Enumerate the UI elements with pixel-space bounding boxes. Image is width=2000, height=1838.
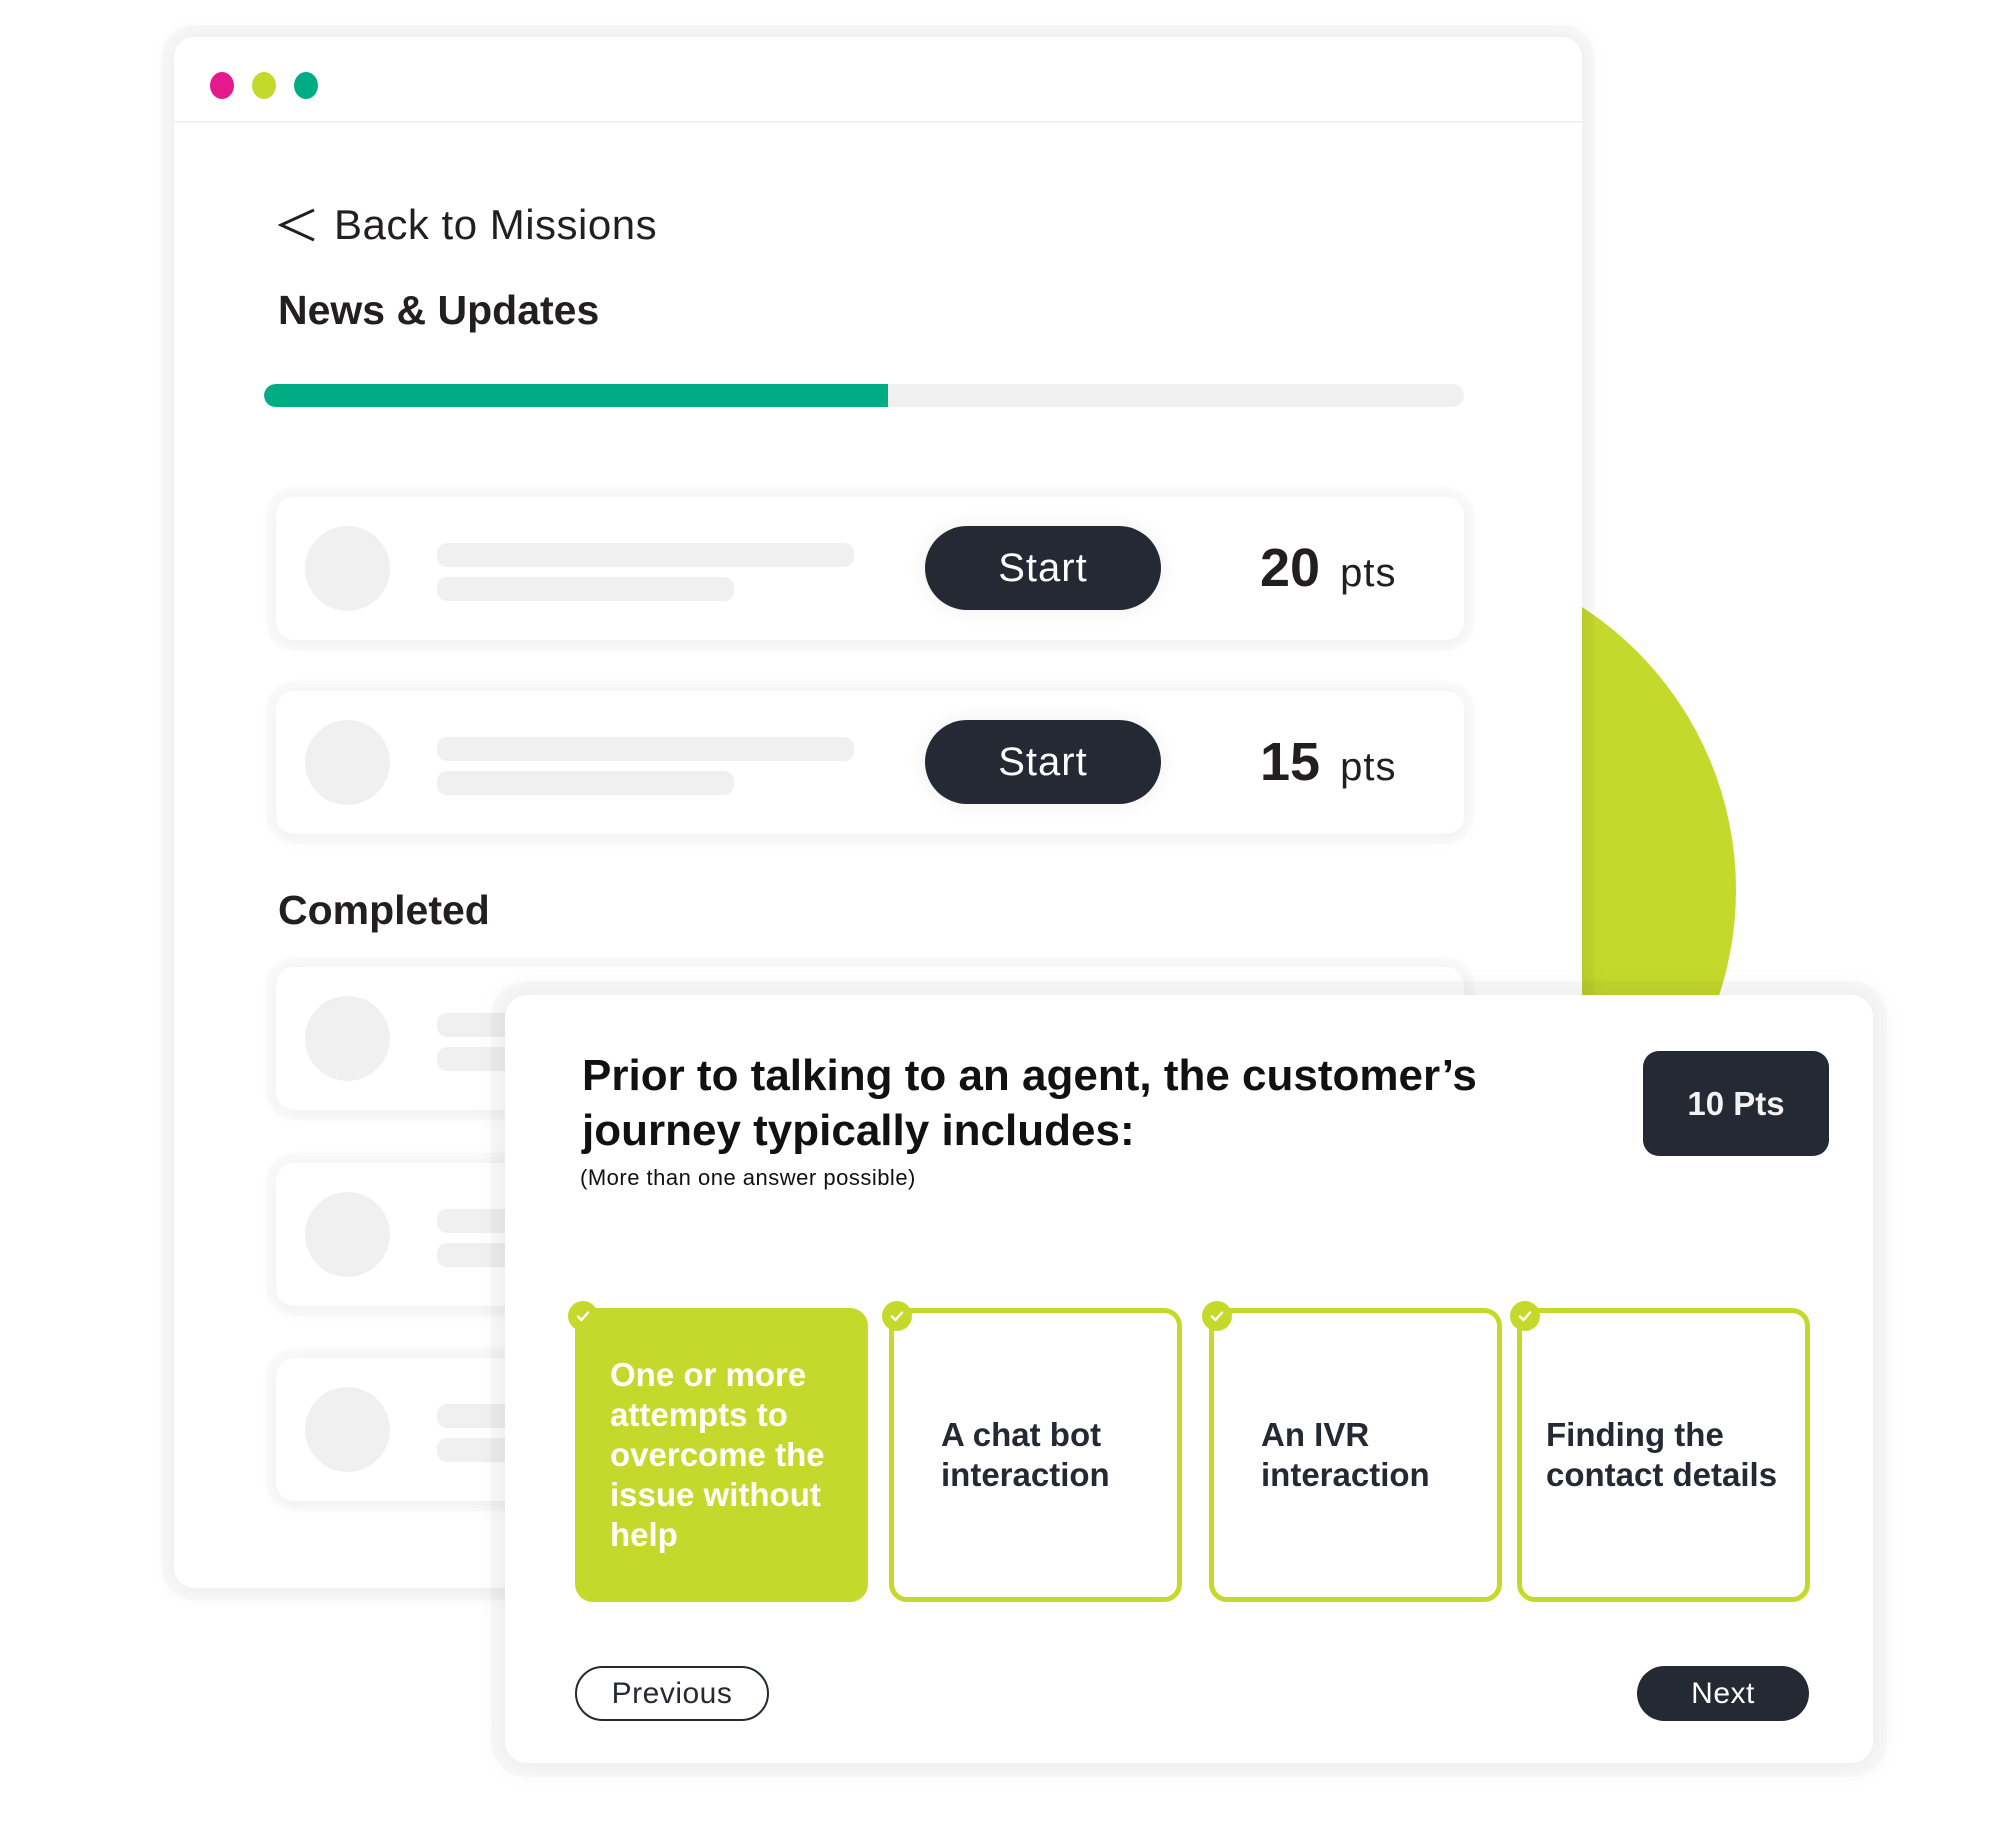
mission-card: Start 15 pts xyxy=(276,691,1464,834)
check-icon xyxy=(1510,1301,1540,1331)
back-link-label: Back to Missions xyxy=(334,201,658,248)
chevron-left-icon xyxy=(278,208,315,242)
mission-avatar-placeholder xyxy=(305,1192,390,1277)
mission-subtitle-placeholder xyxy=(437,577,734,601)
answer-option-label: Finding the contact details xyxy=(1546,1416,1778,1493)
mission-points: 20 pts xyxy=(1260,537,1396,599)
check-icon xyxy=(882,1301,912,1331)
answer-option[interactable]: An IVR interaction xyxy=(1202,1301,1502,1602)
title-bar xyxy=(174,37,1582,123)
quiz-points-badge: 10 Pts xyxy=(1643,1051,1829,1156)
check-icon xyxy=(1202,1301,1232,1331)
check-icon xyxy=(568,1301,598,1331)
progress-bar-fill xyxy=(264,384,888,407)
close-window-dot[interactable] xyxy=(210,72,234,99)
start-mission-button[interactable]: Start xyxy=(925,526,1161,610)
points-unit: pts xyxy=(1340,745,1397,789)
quiz-question: Prior to talking to an agent, the custom… xyxy=(582,1051,1477,1155)
back-to-missions-link[interactable]: Back to Missions xyxy=(278,197,657,253)
answer-option[interactable]: One or more attempts to overcome the iss… xyxy=(568,1301,868,1602)
answer-option-label: An IVR interaction xyxy=(1261,1416,1430,1493)
answer-option-label: One or more attempts to overcome the iss… xyxy=(610,1356,825,1553)
quiz-card: Prior to talking to an agent, the custom… xyxy=(505,995,1873,1763)
quiz-hint: (More than one answer possible) xyxy=(580,1165,916,1190)
mission-title-placeholder xyxy=(437,737,854,761)
start-mission-button[interactable]: Start xyxy=(925,720,1161,804)
next-button[interactable]: Next xyxy=(1637,1666,1809,1721)
mission-avatar-placeholder xyxy=(305,1387,390,1472)
mission-points: 15 pts xyxy=(1260,731,1396,793)
answer-option[interactable]: Finding the contact details xyxy=(1510,1301,1810,1602)
progress-bar xyxy=(264,384,1464,407)
points-unit: pts xyxy=(1340,551,1397,595)
answer-option[interactable]: A chat bot interaction xyxy=(882,1301,1182,1602)
points-value: 15 xyxy=(1260,732,1321,792)
mission-card: Start 20 pts xyxy=(276,497,1464,640)
previous-button[interactable]: Previous xyxy=(575,1666,769,1721)
completed-title: Completed xyxy=(278,887,490,933)
maximize-window-dot[interactable] xyxy=(294,72,318,99)
points-value: 20 xyxy=(1260,538,1321,598)
mission-avatar-placeholder xyxy=(305,720,390,805)
mission-avatar-placeholder xyxy=(305,996,390,1081)
mission-subtitle-placeholder xyxy=(437,771,734,795)
minimize-window-dot[interactable] xyxy=(252,72,276,99)
mission-title-placeholder xyxy=(437,543,854,567)
mission-avatar-placeholder xyxy=(305,526,390,611)
section-title: News & Updates xyxy=(278,287,600,333)
answer-option-label: A chat bot interaction xyxy=(941,1416,1110,1493)
